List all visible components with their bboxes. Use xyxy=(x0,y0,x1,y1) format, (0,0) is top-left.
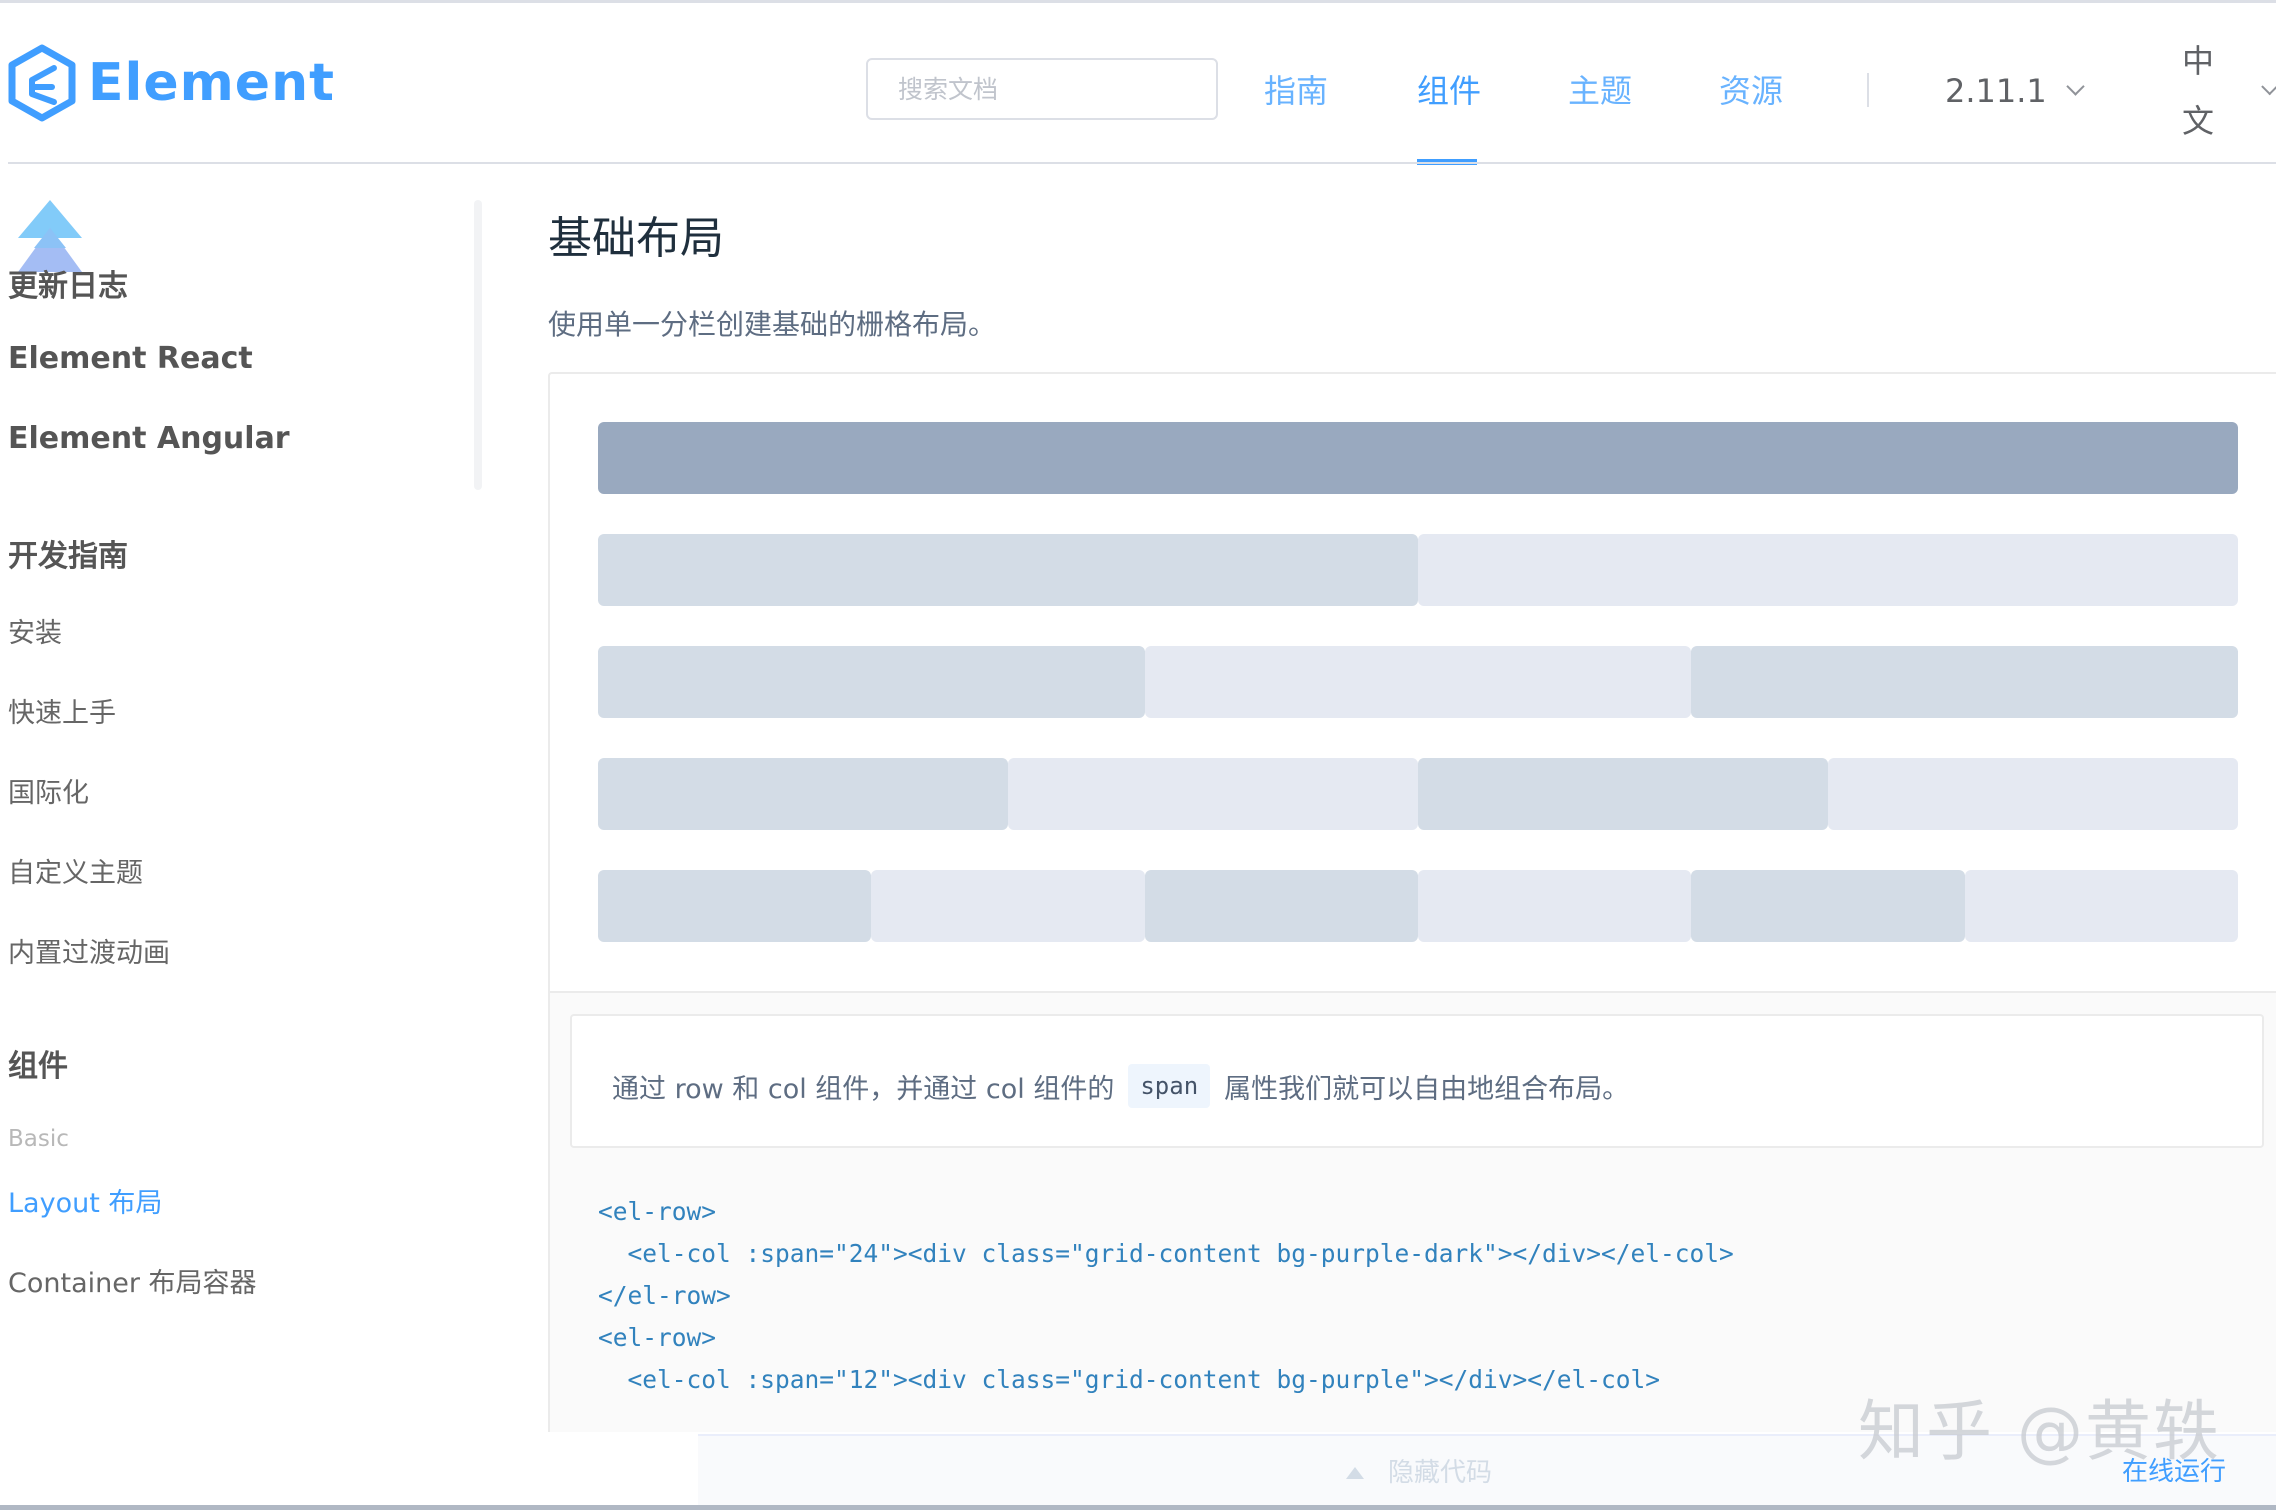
demo-meta: 通过 row 和 col 组件，并通过 col 组件的 span 属性我们就可以… xyxy=(550,993,2276,1432)
chevron-down-icon xyxy=(2260,77,2276,95)
caret-up-icon xyxy=(1346,1467,1364,1479)
el-col-span-12 xyxy=(1418,534,2238,606)
nav-resource[interactable]: 资源 xyxy=(1719,61,1783,121)
nav-separator xyxy=(1867,73,1869,107)
el-col-span-6 xyxy=(598,758,1008,830)
el-col-span-4 xyxy=(1964,870,2238,942)
el-col-span-8 xyxy=(1691,646,2238,718)
demo-preview xyxy=(550,374,2276,991)
window-bottom-border xyxy=(0,1505,2276,1510)
sidebar-heading-guide: 开发指南 xyxy=(8,539,128,574)
demo-description: 通过 row 和 col 组件，并通过 col 组件的 span 属性我们就可以… xyxy=(612,1064,1629,1108)
hide-code-label: 隐藏代码 xyxy=(1388,1458,1493,1488)
sidebar-item-i18n[interactable]: 国际化 xyxy=(8,771,89,810)
code-line: <el-row> xyxy=(598,1323,717,1352)
code-snippet: <el-row> <el-col :span="24"><div class="… xyxy=(598,1191,1734,1401)
el-col-span-4 xyxy=(1144,870,1418,942)
nav-component[interactable]: 组件 xyxy=(1417,61,1481,121)
inline-code-span: span xyxy=(1128,1064,1211,1108)
el-col-span-4 xyxy=(1417,870,1692,942)
el-col-span-8 xyxy=(598,646,1145,718)
sidebar-item-layout[interactable]: Layout 布局 xyxy=(8,1181,162,1220)
code-line: <el-row> xyxy=(598,1197,717,1226)
el-col-span-4 xyxy=(598,870,872,942)
page-title: 基础布局 xyxy=(548,213,724,264)
version-selector[interactable]: 2.11.1 xyxy=(1945,61,2085,121)
side-nav: 更新日志 Element React Element Angular 开发指南 … xyxy=(0,164,490,1434)
sidebar-heading-components: 组件 xyxy=(8,1049,68,1084)
sidebar-item-element-angular[interactable]: Element Angular xyxy=(8,421,290,456)
sidebar-item-install[interactable]: 安装 xyxy=(8,611,62,650)
sidebar-scrollbar[interactable] xyxy=(474,200,482,490)
version-label: 2.11.1 xyxy=(1945,72,2047,110)
site-header: Element 指南 组件 主题 资源 2.11.1 中文 xyxy=(0,3,2276,165)
hide-code-toggle[interactable]: 隐藏代码 xyxy=(1346,1436,1492,1510)
watermark: 知乎 @黄轶 xyxy=(1858,1393,2221,1470)
el-row xyxy=(598,422,2238,494)
el-row xyxy=(598,534,2238,606)
sidebar-category-basic: Basic xyxy=(8,1126,69,1152)
el-col-span-6 xyxy=(1828,758,2238,830)
demo-block: 通过 row 和 col 组件，并通过 col 组件的 span 属性我们就可以… xyxy=(548,372,2276,1432)
code-line: <el-col :span="12"><div class="grid-cont… xyxy=(598,1365,1661,1394)
el-row xyxy=(598,870,2238,942)
el-row xyxy=(598,646,2238,718)
el-row xyxy=(598,758,2238,830)
nav-theme[interactable]: 主题 xyxy=(1568,61,1632,121)
search-box[interactable] xyxy=(866,58,1218,120)
demo-description-text: 通过 row 和 col 组件，并通过 col 组件的 xyxy=(612,1073,1115,1105)
sidebar-item-transition[interactable]: 内置过渡动画 xyxy=(8,931,170,970)
sidebar-item-changelog[interactable]: 更新日志 xyxy=(8,261,128,305)
demo-description-box: 通过 row 和 col 组件，并通过 col 组件的 span 属性我们就可以… xyxy=(570,1014,2264,1148)
page-description: 使用单一分栏创建基础的栅格布局。 xyxy=(548,308,997,341)
site-logo[interactable]: Element xyxy=(8,43,335,123)
language-label: 中文 xyxy=(2182,42,2215,140)
language-selector[interactable]: 中文 xyxy=(2182,42,2276,140)
sidebar-item-element-react[interactable]: Element React xyxy=(8,341,253,376)
el-col-span-6 xyxy=(1008,758,1418,830)
code-line: <el-col :span="24"><div class="grid-cont… xyxy=(598,1239,1734,1268)
chevron-down-icon xyxy=(2066,76,2085,96)
el-col-span-6 xyxy=(1418,758,1828,830)
nav-guide[interactable]: 指南 xyxy=(1264,61,1328,121)
element-hexagon-icon xyxy=(8,44,76,122)
el-col-span-4 xyxy=(871,870,1145,942)
logo-wordmark: Element xyxy=(88,53,335,113)
el-col-span-4 xyxy=(1691,870,1965,942)
demo-description-text-end: 属性我们就可以自由地组合布局。 xyxy=(1224,1073,1630,1105)
sidebar-item-container[interactable]: Container 布局容器 xyxy=(8,1261,257,1300)
sidebar-item-custom-theme[interactable]: 自定义主题 xyxy=(8,851,143,890)
el-col-span-24 xyxy=(598,422,2238,494)
el-col-span-8 xyxy=(1144,646,1692,718)
search-input[interactable] xyxy=(868,60,1208,118)
el-col-span-12 xyxy=(598,534,1418,606)
code-line: </el-row> xyxy=(598,1281,731,1310)
sidebar-item-quickstart[interactable]: 快速上手 xyxy=(8,691,116,730)
